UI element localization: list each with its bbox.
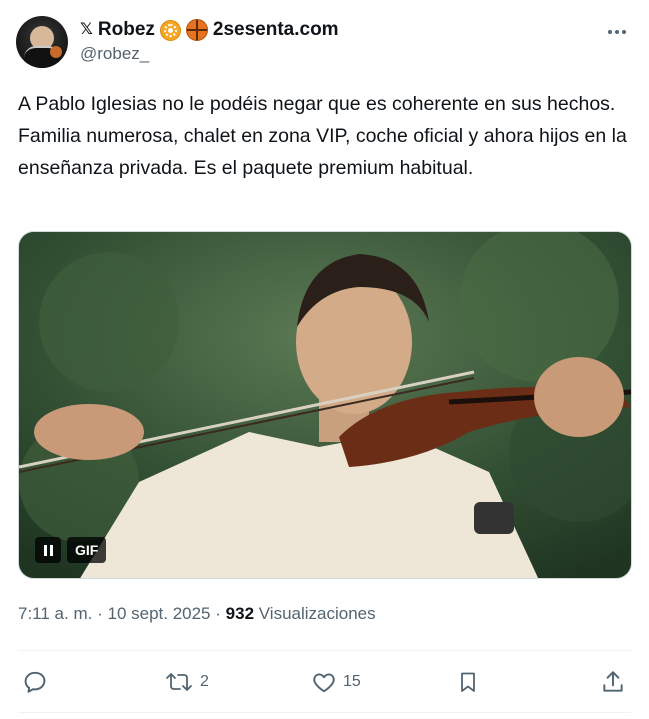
display-name-site: 2sesenta.com bbox=[212, 19, 339, 40]
pause-icon[interactable] bbox=[35, 537, 61, 563]
views-label: Visualizaciones bbox=[258, 604, 376, 623]
more-options-icon[interactable] bbox=[603, 22, 631, 42]
reply-button[interactable] bbox=[22, 664, 54, 700]
radioactive-icon bbox=[159, 19, 181, 41]
action-bar: 2 15 bbox=[18, 664, 631, 700]
meta-separator: · bbox=[215, 604, 221, 623]
retweet-icon bbox=[166, 673, 192, 691]
gif-controls: GIF bbox=[35, 536, 107, 564]
reply-icon bbox=[24, 671, 46, 693]
x-logo-icon: 𝕏 bbox=[80, 21, 93, 38]
bookmark-button[interactable] bbox=[456, 664, 480, 700]
tweet-text: A Pablo Iglesias no le podéis negar que … bbox=[18, 93, 627, 179]
avatar-ball bbox=[50, 46, 62, 58]
basketball-icon bbox=[185, 19, 208, 41]
gif-frame-illustration bbox=[19, 232, 631, 578]
retweet-button[interactable]: 2 bbox=[164, 664, 209, 700]
views-count: 932 bbox=[225, 604, 255, 623]
display-name-text: Robez bbox=[97, 19, 155, 40]
gif-media[interactable]: GIF bbox=[18, 231, 632, 579]
share-button[interactable] bbox=[600, 664, 626, 700]
divider bbox=[18, 650, 631, 651]
tweet-header: 𝕏 Robez 2sesenta.com @robez_ bbox=[16, 16, 633, 72]
user-names: 𝕏 Robez 2sesenta.com @robez_ bbox=[80, 18, 339, 65]
like-count: 15 bbox=[343, 673, 361, 690]
tweet-time[interactable]: 7:11 a. m. bbox=[18, 604, 92, 623]
divider bbox=[18, 712, 631, 713]
tweet-meta: 7:11 a. m. · 10 sept. 2025 · 932 Visuali… bbox=[18, 602, 376, 626]
gif-badge: GIF bbox=[67, 537, 107, 563]
meta-separator: · bbox=[97, 604, 103, 623]
like-button[interactable]: 15 bbox=[311, 664, 361, 700]
bookmark-icon bbox=[461, 672, 475, 692]
heart-icon bbox=[313, 673, 335, 693]
display-name[interactable]: 𝕏 Robez 2sesenta.com bbox=[80, 18, 339, 42]
tweet-date[interactable]: 10 sept. 2025 bbox=[107, 604, 210, 623]
user-handle[interactable]: @robez_ bbox=[80, 43, 339, 65]
avatar[interactable] bbox=[16, 16, 68, 68]
share-icon bbox=[603, 671, 623, 692]
retweet-count: 2 bbox=[200, 673, 209, 690]
